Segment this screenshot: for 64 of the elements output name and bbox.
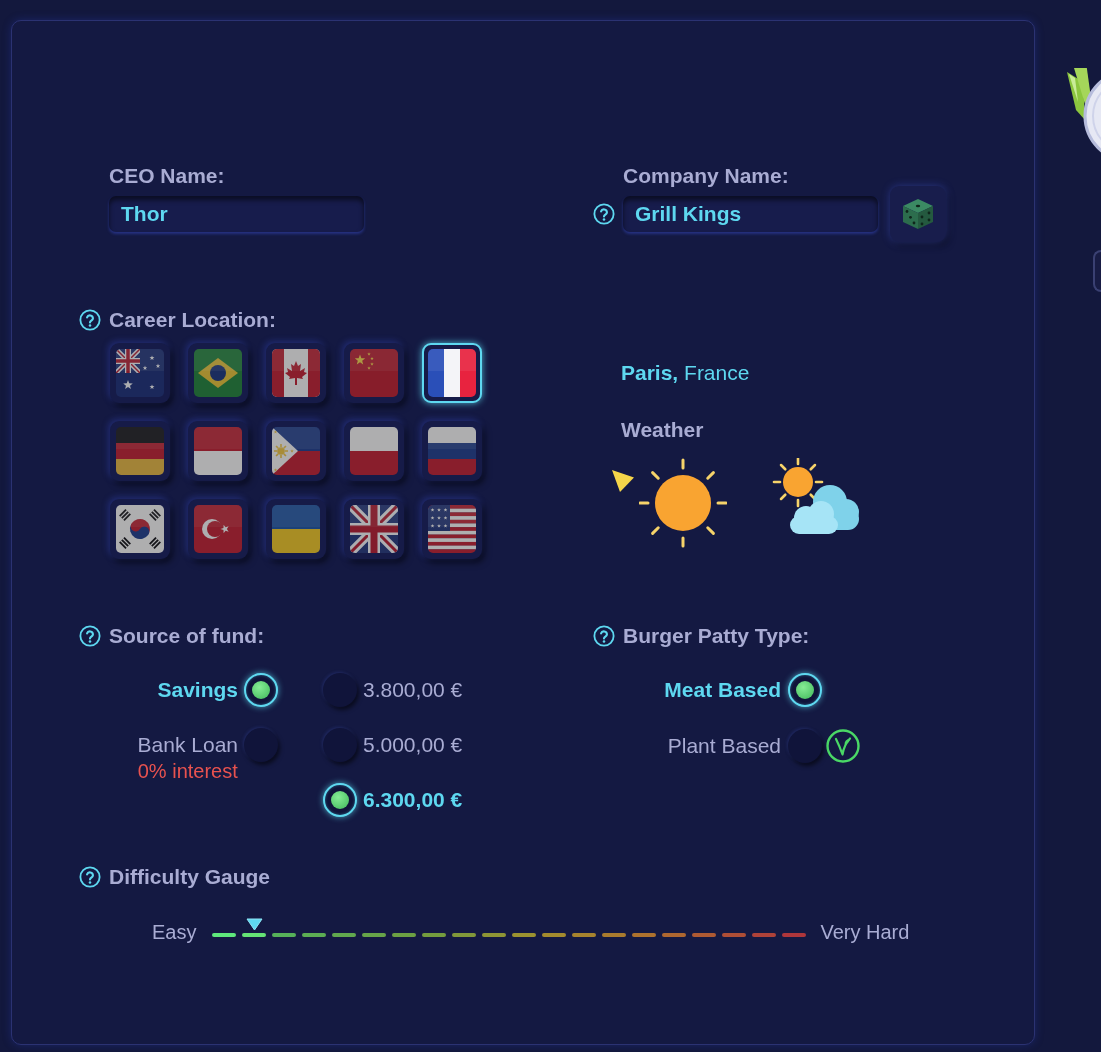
south-korea-flag-icon: [116, 505, 164, 553]
help-icon[interactable]: [79, 866, 101, 888]
flag-button[interactable]: [422, 499, 482, 559]
amount-label: 6.300,00 €: [363, 787, 463, 813]
flag-button[interactable]: [422, 343, 482, 403]
pointer-arrow-icon: [612, 470, 634, 492]
radio-button[interactable]: [323, 673, 357, 707]
patty-option-label: Meat Based: [664, 677, 781, 703]
flag-button[interactable]: [344, 421, 404, 481]
section-label: Burger Patty Type:: [623, 624, 810, 648]
interest-note: 0% interest: [137, 761, 238, 781]
poland-flag-icon: [350, 427, 398, 475]
flag-button[interactable]: [422, 421, 482, 481]
gauge-min-label: Easy: [152, 920, 197, 944]
weather-label: Weather: [621, 418, 704, 442]
sun-icon: [639, 458, 727, 548]
section-label: Source of fund:: [109, 624, 265, 648]
help-icon[interactable]: [593, 203, 615, 225]
amount-label: 5.000,00 €: [363, 732, 463, 758]
australia-flag-icon: [116, 349, 164, 397]
flag-button[interactable]: [110, 499, 170, 559]
turkey-flag-icon: [194, 505, 242, 553]
flag-button[interactable]: [344, 499, 404, 559]
fund-option-label: Bank Loan: [137, 732, 238, 758]
radio-button[interactable]: [244, 673, 278, 707]
china-flag-icon: [350, 349, 398, 397]
ceo-name-field[interactable]: Thor: [109, 196, 364, 232]
section-label: Career Location:: [109, 308, 276, 332]
radio-button[interactable]: [323, 783, 357, 817]
radio-button[interactable]: [788, 729, 822, 763]
help-icon[interactable]: [79, 309, 101, 331]
weather-option[interactable]: [612, 458, 727, 548]
patty-option-label: Plant Based: [667, 733, 781, 759]
flag-button[interactable]: [110, 343, 170, 403]
flag-button[interactable]: [188, 499, 248, 559]
flag-button[interactable]: [266, 343, 326, 403]
dice-button[interactable]: [890, 186, 946, 242]
flag-button[interactable]: [266, 421, 326, 481]
field-label: Company Name:: [623, 164, 790, 188]
gauge-max-label: Very Hard: [820, 920, 910, 944]
amount-label: 3.800,00 €: [363, 677, 463, 703]
section-label: Difficulty Gauge: [109, 865, 271, 889]
france-flag-icon: [428, 349, 476, 397]
field-label: CEO Name:: [109, 164, 226, 188]
ukraine-flag-icon: [272, 505, 320, 553]
company-name-field[interactable]: Grill Kings: [623, 196, 878, 232]
brazil-flag-icon: [194, 349, 242, 397]
dice-icon: [900, 196, 936, 232]
radio-button[interactable]: [323, 728, 357, 762]
help-icon[interactable]: [79, 625, 101, 647]
russia-flag-icon: [428, 427, 476, 475]
flag-button[interactable]: [188, 421, 248, 481]
radio-button[interactable]: [244, 728, 278, 762]
canada-flag-icon: [272, 349, 320, 397]
indonesia-flag-icon: [194, 427, 242, 475]
help-icon[interactable]: [593, 625, 615, 647]
radio-button[interactable]: [788, 673, 822, 707]
germany-flag-icon: [116, 427, 164, 475]
united-kingdom-flag-icon: [350, 505, 398, 553]
fund-option-label: Savings: [157, 677, 238, 703]
sun-cloud-icon: [772, 458, 860, 535]
united-states-flag-icon: [428, 505, 476, 553]
philippines-flag-icon: [272, 427, 320, 475]
location-text: Paris, France: [621, 360, 750, 386]
